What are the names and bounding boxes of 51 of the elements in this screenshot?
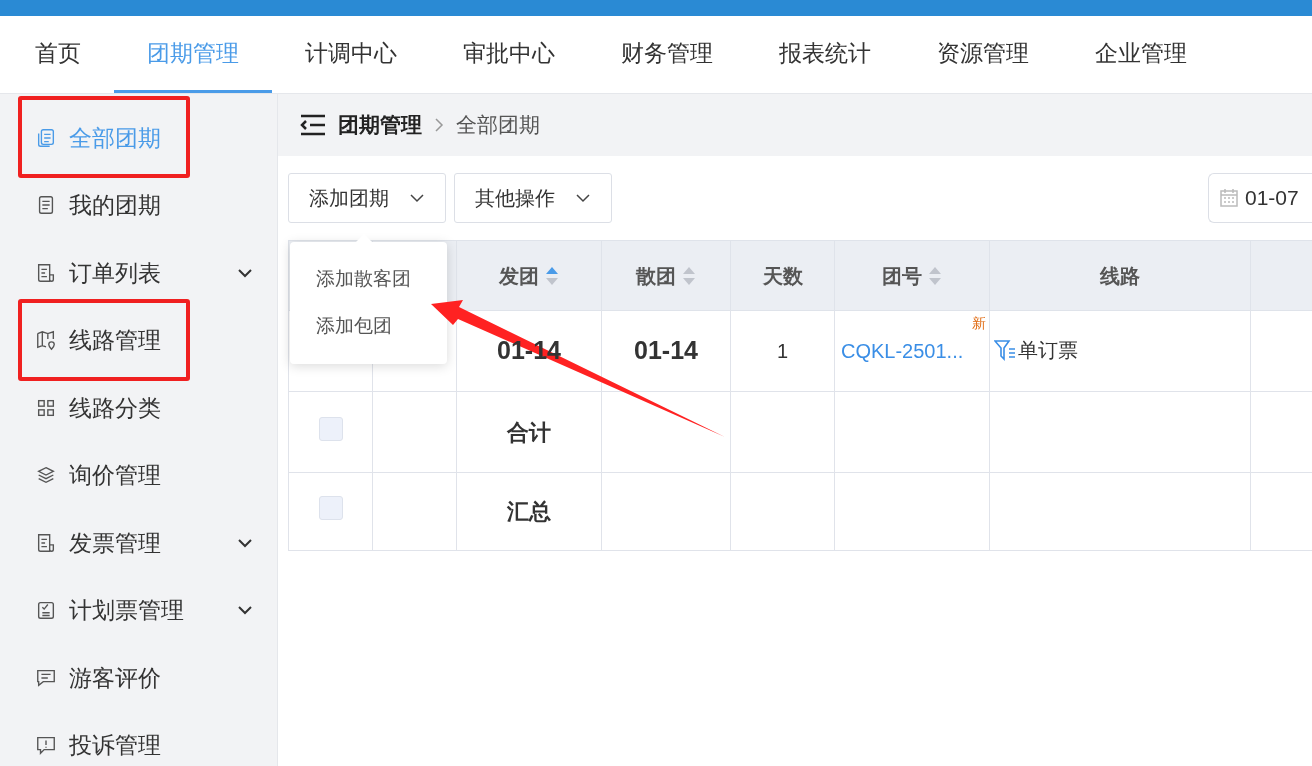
table-cell: 1: [776, 340, 789, 362]
column-header: 天数: [762, 263, 803, 289]
sidebar-item[interactable]: 投诉管理: [0, 711, 277, 766]
sidebar-item[interactable]: 游客评价: [0, 644, 277, 712]
sidebar-item[interactable]: 线路管理: [0, 306, 277, 374]
dropdown-button[interactable]: 添加团期: [288, 173, 446, 223]
sidebar-item[interactable]: 计划票管理: [0, 576, 277, 644]
table-cell: 合计: [507, 419, 551, 445]
sidebar-item[interactable]: 我的团期: [0, 171, 277, 239]
menu-item[interactable]: 添加散客团: [290, 256, 447, 303]
column-header: 发团: [499, 263, 539, 289]
sort-icon[interactable]: [545, 265, 559, 286]
copy-icon: [35, 126, 57, 149]
breadcrumb-item[interactable]: 团期管理: [338, 109, 422, 141]
sort-icon[interactable]: [682, 265, 696, 286]
table-cell-text: 单订票: [1018, 337, 1078, 363]
new-label: 新: [972, 314, 986, 333]
table-cell: 01-14: [634, 336, 698, 365]
map-pin-icon: [35, 329, 57, 352]
menu-item[interactable]: 添加包团: [290, 303, 447, 350]
sort-icon[interactable]: [928, 265, 942, 286]
receipt-icon: [35, 261, 57, 284]
date-field[interactable]: 01-07: [1208, 173, 1312, 223]
alert-chat-icon: [35, 734, 57, 757]
nav-tab[interactable]: 报表统计: [746, 16, 904, 93]
sidebar-item[interactable]: 线路分类: [0, 374, 277, 442]
menu-fold-icon[interactable]: [300, 114, 326, 136]
column-header: 团号: [882, 263, 922, 289]
table-cell: 汇总: [507, 499, 551, 524]
column-header: 线路: [1100, 263, 1140, 289]
chevron-down-icon: [409, 193, 425, 203]
row-checkbox[interactable]: [318, 496, 343, 520]
nav-tab[interactable]: 财务管理: [588, 16, 746, 93]
clipboard-icon: [35, 599, 57, 622]
breadcrumb-item: 全部团期: [456, 112, 540, 139]
chevron-down-icon: [575, 193, 591, 203]
dropdown-button[interactable]: 其他操作: [454, 173, 612, 223]
sidebar-item[interactable]: 询价管理: [0, 441, 277, 509]
filter-list-icon: [994, 338, 1016, 361]
receipt-icon: [35, 531, 57, 554]
calendar-icon: [1219, 188, 1239, 208]
nav-tab[interactable]: 企业管理: [1062, 16, 1220, 93]
sidebar-item[interactable]: 发票管理: [0, 509, 277, 577]
nav-tab[interactable]: 审批中心: [430, 16, 588, 93]
nav-tab[interactable]: 资源管理: [904, 16, 1062, 93]
row-checkbox[interactable]: [318, 416, 343, 441]
nav-tab[interactable]: 首页: [2, 16, 114, 93]
sidebar-item[interactable]: 订单列表: [0, 239, 277, 307]
chevron-right-icon: [434, 117, 444, 133]
column-header: 散团: [636, 263, 676, 289]
nav-tab[interactable]: 计调中心: [272, 16, 430, 93]
